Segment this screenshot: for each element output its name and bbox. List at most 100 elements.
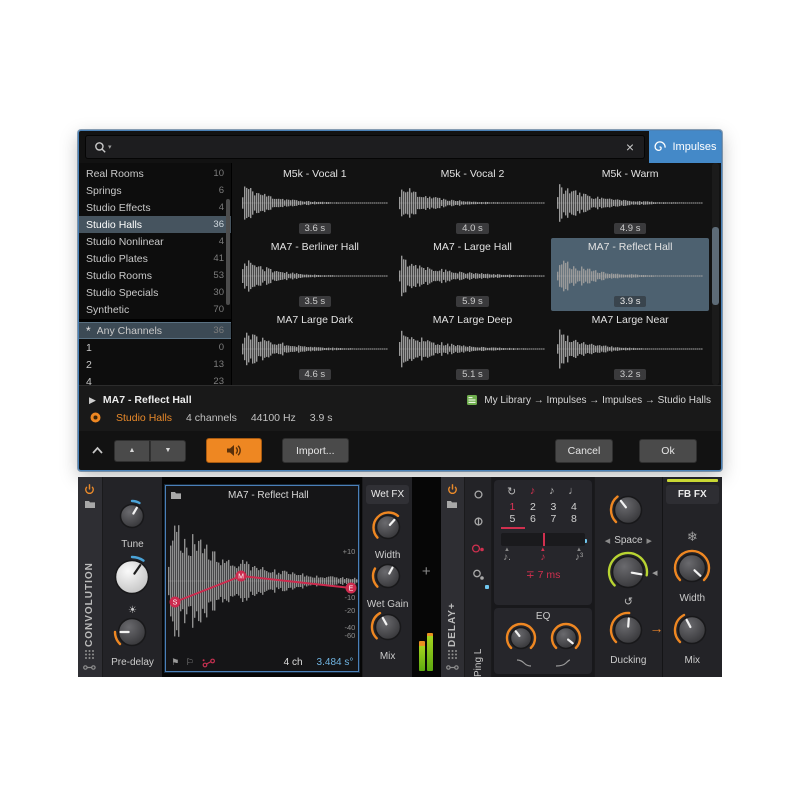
previous-item-button[interactable]: ▲: [114, 440, 150, 462]
impulse-cell[interactable]: MA7 - Reflect Hall3.9 s: [551, 238, 709, 311]
prev-arrow-icon[interactable]: ◀: [605, 537, 610, 545]
grid-scrollbar-track[interactable]: [712, 163, 719, 385]
beat-number-2[interactable]: 2: [530, 501, 536, 513]
preset-folder-icon[interactable]: [84, 499, 96, 509]
impulse-cell[interactable]: M5k - Warm4.9 s: [551, 165, 709, 238]
sidebar-scrollbar[interactable]: [226, 199, 230, 305]
knob-dial[interactable]: [550, 622, 582, 659]
beat-number-6[interactable]: 6: [530, 513, 536, 525]
sidebar-item-synthetic[interactable]: Synthetic70: [79, 301, 231, 318]
sync-note-icon-selected[interactable]: ♪: [530, 485, 536, 498]
next-item-button[interactable]: ▼: [150, 440, 186, 462]
knob-dial[interactable]: [609, 491, 647, 534]
convolution-display[interactable]: MA7 - Reflect Hall SME +10 -10 -20 -40 -…: [165, 485, 359, 672]
delay-offset-slider[interactable]: [501, 533, 585, 546]
beat-number-1[interactable]: 1: [509, 501, 515, 513]
impulse-cell[interactable]: MA7 - Berliner Hall3.5 s: [236, 238, 394, 311]
close-icon[interactable]: ×: [624, 140, 636, 154]
mode-mono-icon[interactable]: [473, 487, 484, 505]
impulse-cell[interactable]: MA7 Large Deep5.1 s: [394, 311, 552, 384]
knob-tune[interactable]: Tune: [103, 499, 162, 550]
knob-dial[interactable]: [371, 559, 405, 598]
sidebar-item-studio-effects[interactable]: Studio Effects4: [79, 199, 231, 216]
knob-wetgain[interactable]: Wet Gain: [363, 559, 412, 610]
beat-number-4[interactable]: 4: [571, 501, 577, 513]
knob-dial[interactable]: [115, 499, 149, 538]
beat-number-8[interactable]: 8: [571, 513, 577, 525]
impulse-cell[interactable]: M5k - Vocal 13.6 s: [236, 165, 394, 238]
knob-dial[interactable]: [673, 549, 711, 592]
beat-number-7[interactable]: 7: [550, 513, 556, 525]
display-length[interactable]: 3.484 s°: [317, 657, 354, 668]
knob-dial[interactable]: [113, 613, 151, 656]
next-arrow-icon[interactable]: ▶: [647, 537, 652, 545]
knob-eq-high[interactable]: [543, 622, 588, 659]
routing-icon[interactable]: [83, 664, 96, 671]
grid-scrollbar-thumb[interactable]: [712, 227, 719, 305]
add-device-plus[interactable]: +: [412, 563, 441, 580]
sidebar-item-studio-specials[interactable]: Studio Specials30: [79, 284, 231, 301]
dotted-note-option[interactable]: ▲♪.: [503, 547, 511, 563]
sidebar-item-studio-halls[interactable]: Studio Halls36: [79, 216, 231, 233]
wet-fx-header[interactable]: Wet FX: [366, 485, 409, 504]
marker-flags-icon[interactable]: ⚑ ⚐: [171, 657, 196, 668]
knob-fb-width[interactable]: Width: [663, 549, 722, 604]
knob-predelay[interactable]: Pre-delay: [103, 613, 162, 668]
feedback-repeat-icon[interactable]: ↺: [595, 595, 661, 608]
power-icon[interactable]: [447, 484, 458, 495]
expand-grid-icon[interactable]: [447, 649, 458, 660]
knob-dial[interactable]: [110, 555, 154, 604]
impulse-cell[interactable]: MA7 Large Dark4.6 s: [236, 311, 394, 384]
fb-fx-header[interactable]: FB FX: [666, 485, 719, 504]
knob-fb-mix[interactable]: Mix: [663, 611, 722, 666]
play-icon[interactable]: ▶: [89, 395, 96, 406]
device-title[interactable]: CONVOLUTION: [84, 511, 95, 647]
sync-quarter-icon[interactable]: ♩: [568, 485, 579, 498]
knob-eq-low[interactable]: [498, 622, 543, 659]
mode-pingpong-icon[interactable]: [471, 541, 485, 559]
modulation-link-icon[interactable]: [202, 658, 217, 668]
tab-impulses[interactable]: Impulses: [649, 131, 721, 163]
delay-mode-label[interactable]: Ping L: [473, 595, 484, 677]
power-icon[interactable]: [84, 484, 95, 495]
triplet-note-option[interactable]: ▲♪³: [575, 547, 583, 563]
impulse-cell[interactable]: M5k - Vocal 24.0 s: [394, 165, 552, 238]
knob-dial[interactable]: [371, 510, 405, 549]
channel-filter-1[interactable]: 10: [79, 339, 231, 356]
delay-time-value[interactable]: ∓ 7 ms: [494, 569, 592, 581]
impulse-cell[interactable]: MA7 - Large Hall5.9 s: [394, 238, 552, 311]
sync-note-icon[interactable]: ♪: [549, 485, 555, 498]
sync-clock-icon[interactable]: ↻: [507, 485, 516, 498]
feedback-caret-icon[interactable]: ◀: [652, 569, 657, 577]
sidebar-item-real-rooms[interactable]: Real Rooms10: [79, 165, 231, 182]
knob-space[interactable]: ◀Space▶: [595, 491, 661, 546]
mode-dual-icon[interactable]: [472, 568, 485, 586]
sidebar-item-studio-plates[interactable]: Studio Plates41: [79, 250, 231, 267]
impulse-waveform[interactable]: SME: [168, 506, 358, 656]
channel-filter-any-channels[interactable]: *Any Channels36: [79, 322, 231, 339]
search-input[interactable]: [118, 141, 624, 153]
freeze-icon[interactable]: ❄: [663, 529, 722, 545]
search-bar[interactable]: ▾ ×: [85, 135, 645, 159]
knob-width[interactable]: Width: [363, 510, 412, 561]
channel-filter-4[interactable]: 423: [79, 373, 231, 390]
expand-grid-icon[interactable]: [84, 649, 95, 660]
impulse-cell[interactable]: MA7 Large Near3.2 s: [551, 311, 709, 384]
knob-mix[interactable]: Mix: [363, 609, 412, 662]
import-button[interactable]: Import...: [282, 438, 349, 463]
knob-dial[interactable]: [370, 609, 406, 650]
audition-button[interactable]: [206, 438, 262, 463]
sidebar-item-studio-rooms[interactable]: Studio Rooms53: [79, 267, 231, 284]
knob-dial[interactable]: [505, 622, 537, 659]
sidebar-item-springs[interactable]: Springs6: [79, 182, 231, 199]
mode-stereo-icon[interactable]: [473, 514, 484, 532]
device-title[interactable]: DELAY+: [447, 511, 458, 647]
knob-dial[interactable]: [609, 611, 647, 654]
beat-number-3[interactable]: 3: [550, 501, 556, 513]
beat-number-5[interactable]: 5: [509, 513, 515, 525]
impulse-folder-icon[interactable]: [170, 490, 182, 500]
collapse-chevron-icon[interactable]: [91, 446, 104, 455]
cancel-button[interactable]: Cancel: [555, 439, 613, 463]
knob-damp[interactable]: ☀: [103, 555, 162, 616]
knob-dial[interactable]: [607, 551, 649, 598]
